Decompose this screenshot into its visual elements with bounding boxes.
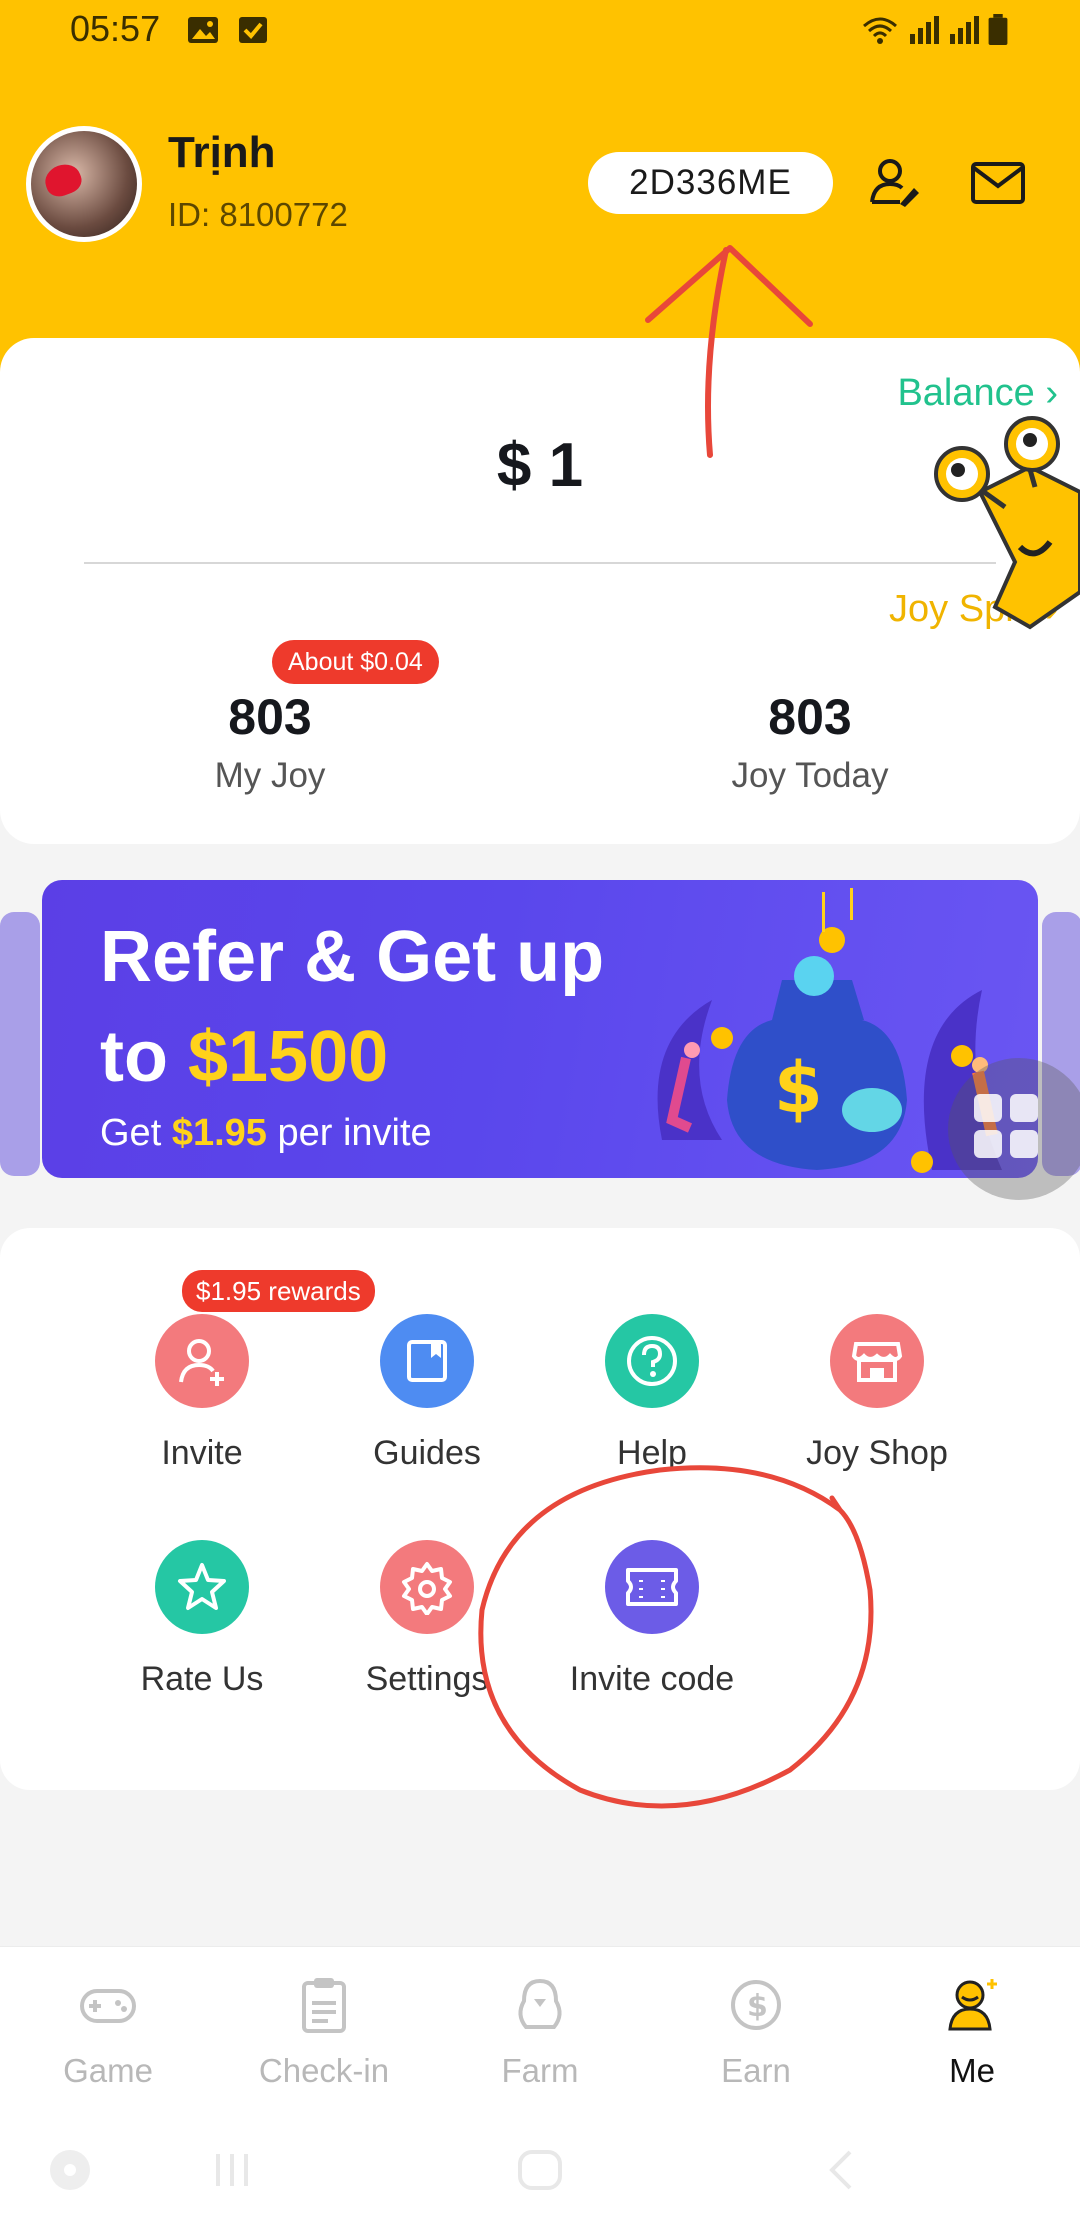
signal-icon-2 <box>950 16 979 44</box>
refer-banner[interactable]: Refer & Get up to $1500 Get $1.95 per in… <box>42 880 1038 1178</box>
banner-title-line2: to $1500 <box>100 1016 388 1098</box>
avatar[interactable] <box>26 126 142 242</box>
recent-apps-icon[interactable] <box>208 2146 256 2194</box>
banner-sub-prefix: Get <box>100 1112 172 1154</box>
banner-sub-suffix: per invite <box>266 1112 432 1154</box>
avatar-photo <box>31 131 137 237</box>
nav-game[interactable]: Game <box>8 1975 208 2090</box>
person-add-icon <box>155 1314 249 1408</box>
nav-label: Me <box>949 2052 995 2089</box>
nav-label: Game <box>63 2052 153 2089</box>
checkbox-notification-icon <box>239 17 267 43</box>
annotation-circle <box>478 1465 874 1809</box>
mail-icon[interactable] <box>970 160 1026 206</box>
screen: 05:57 Trịnh ID: 8100772 2D336ME Balance … <box>0 0 1080 2220</box>
banner-title-amount: $1500 <box>187 1017 389 1097</box>
star-icon <box>155 1540 249 1634</box>
menu-item-invite[interactable]: Invite <box>92 1314 312 1473</box>
game-launcher-icon[interactable] <box>46 2146 94 2194</box>
menu-item-rate-us[interactable]: Rate Us <box>92 1540 312 1699</box>
nav-me[interactable]: Me <box>872 1975 1072 2090</box>
joy-today-value: 803 <box>768 689 852 745</box>
nav-label: Earn <box>721 2052 791 2089</box>
banner-title-line1: Refer & Get up <box>100 917 605 997</box>
bottom-nav: Game Check-in Farm $ Earn Me <box>0 1946 1080 2116</box>
about-value-badge: About $0.04 <box>272 640 439 684</box>
dollar-coin-icon: $ <box>731 1980 781 2030</box>
balance-amount: $ 1 <box>496 431 584 500</box>
floating-grid-button[interactable] <box>948 1058 1080 1200</box>
clipboard-icon <box>302 1978 346 2033</box>
question-icon <box>605 1314 699 1408</box>
back-icon[interactable] <box>818 2146 866 2194</box>
nav-farm[interactable]: Farm <box>440 1975 640 2090</box>
shop-icon <box>830 1314 924 1408</box>
svg-text:$: $ <box>774 1047 823 1129</box>
chick-icon <box>518 1978 562 2029</box>
invite-code-pill[interactable]: 2D336ME <box>588 152 833 214</box>
grid-icon <box>974 1094 1038 1158</box>
gallery-icon <box>188 17 218 43</box>
joy-today-stat[interactable]: 803 Joy Today <box>660 688 960 796</box>
profile-edit-icon[interactable] <box>866 154 922 210</box>
gamepad-icon <box>80 1989 136 2023</box>
mascot-icon[interactable] <box>920 412 1080 662</box>
user-name: Trịnh <box>168 128 276 177</box>
rewards-badge: $1.95 rewards <box>182 1270 375 1312</box>
banner-prev-peek[interactable] <box>0 912 40 1176</box>
my-joy-label: My Joy <box>214 756 326 795</box>
system-nav-bar <box>0 2116 1080 2220</box>
status-time: 05:57 <box>70 8 161 49</box>
menu-item-label: Invite <box>161 1434 243 1472</box>
nav-label: Check-in <box>258 2052 390 2089</box>
balance-link[interactable]: Balance › <box>897 372 1058 415</box>
balance-card: Balance › $ 1 Joy Spin › About $0.04 803… <box>0 338 1080 844</box>
battery-icon <box>988 14 1008 46</box>
nav-label: Farm <box>501 2052 579 2089</box>
wifi-icon <box>863 17 897 44</box>
banner-subtitle: Get $1.95 per invite <box>100 1112 432 1155</box>
menu-item-label: Rate Us <box>140 1660 264 1698</box>
balance-link-label: Balance <box>897 372 1035 414</box>
home-icon[interactable] <box>512 2146 568 2194</box>
annotation-arrow <box>645 245 813 458</box>
user-icon <box>948 1979 997 2031</box>
nav-earn[interactable]: $ Earn <box>656 1975 856 2090</box>
gear-icon <box>380 1540 474 1634</box>
banner-sub-amount: $1.95 <box>171 1112 267 1154</box>
svg-text:$: $ <box>747 1989 768 2024</box>
my-joy-stat[interactable]: 803 My Joy <box>120 688 420 796</box>
signal-icon <box>910 16 939 44</box>
heart-icon <box>40 159 86 201</box>
my-joy-value: 803 <box>228 689 312 745</box>
user-id: ID: 8100772 <box>168 196 348 233</box>
chevron-right-icon: › <box>1045 372 1058 414</box>
book-icon <box>380 1314 474 1408</box>
joy-today-label: Joy Today <box>731 756 889 795</box>
nav-check-in[interactable]: Check-in <box>224 1975 424 2090</box>
status-bar: 05:57 <box>0 0 1080 60</box>
divider <box>84 562 996 564</box>
banner-title-prefix: to <box>100 1017 188 1097</box>
